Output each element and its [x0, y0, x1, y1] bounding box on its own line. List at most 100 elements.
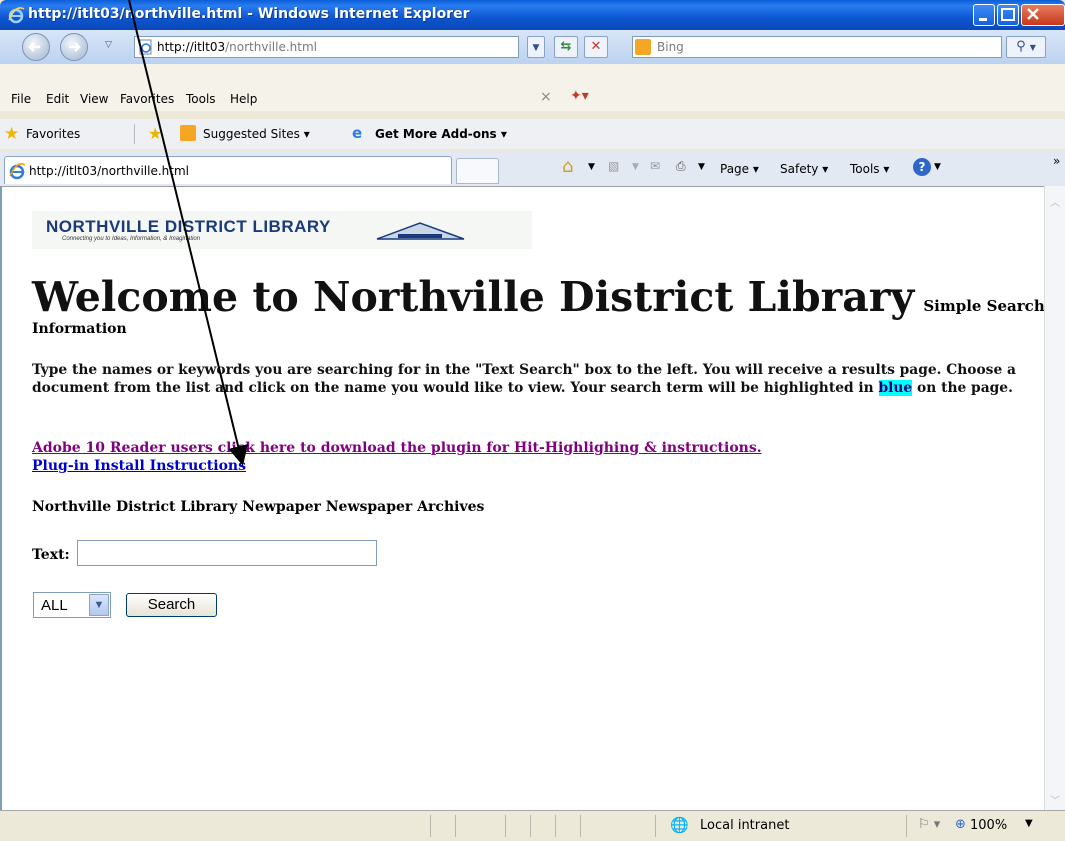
title-bar[interactable]: http://itlt03/northville.html - Windows … [0, 0, 1065, 30]
new-tab-button[interactable] [456, 158, 499, 184]
paragraph-text-end: on the page. [917, 380, 1013, 396]
ie-tab-icon [9, 163, 26, 180]
home-icon[interactable]: ⌂ [562, 156, 573, 177]
scroll-down-icon[interactable]: ﹀ [1048, 792, 1062, 807]
chevron-down-icon[interactable]: ▼ [588, 162, 595, 172]
search-placeholder: Bing [657, 40, 684, 54]
more-commands-icon[interactable]: » [1053, 154, 1060, 168]
translate-icon[interactable]: ✦▾ [570, 88, 589, 104]
chevron-down-icon[interactable]: ▼ [698, 162, 705, 172]
favorites-button[interactable]: Favorites [26, 127, 80, 141]
stop-button[interactable]: ✕ [584, 36, 608, 58]
page-heading: Welcome to Northville District Library S… [32, 273, 1045, 321]
help-icon[interactable]: ? [913, 158, 931, 176]
chevron-down-icon: ▼ [532, 43, 540, 53]
refresh-button[interactable]: ⇆ [554, 36, 578, 58]
window-title: http://itlt03/northville.html - Windows … [28, 6, 470, 22]
adobe-plugin-link[interactable]: Adobe 10 Reader users click here to down… [32, 440, 762, 456]
instructions-paragraph: Type the names or keywords you are searc… [32, 361, 1032, 397]
zoom-level[interactable]: 100% [970, 818, 1007, 833]
divider [580, 815, 581, 837]
intranet-globe-icon: 🌐 [670, 816, 689, 834]
chevron-down-icon[interactable]: ▼ [89, 594, 109, 616]
forward-button[interactable] [60, 33, 88, 61]
scroll-up-icon[interactable]: ︿ [1048, 194, 1062, 209]
tab-row: http://itlt03/northville.html ⌂ ▼ ▧ ▼ ✉ … [0, 152, 1065, 186]
suggested-sites-button[interactable]: Suggested Sites ▾ [203, 127, 310, 141]
close-bar-icon[interactable]: × [540, 89, 552, 105]
address-dropdown-button[interactable]: ▼ [527, 36, 545, 58]
menu-favorites[interactable]: Favorites [120, 92, 174, 106]
divider [455, 815, 456, 837]
menu-file[interactable]: File [11, 92, 31, 106]
search-button[interactable]: ⚲ ▼ [1006, 36, 1046, 58]
get-more-addons-button[interactable]: Get More Add-ons ▾ [375, 127, 507, 141]
logo-name: NORTHVILLE DISTRICT LIBRARY [46, 217, 331, 236]
security-zone: Local intranet [700, 818, 790, 833]
ie-window: http://itlt03/northville.html - Windows … [0, 0, 1065, 841]
add-favorite-icon[interactable]: ★ [148, 124, 162, 143]
close-icon [1027, 8, 1039, 20]
address-url: http://itlt03/northville.html [157, 40, 317, 54]
library-building-icon [376, 222, 465, 240]
divider [430, 815, 431, 837]
minimize-icon [979, 18, 987, 21]
ie-small-icon: e [352, 124, 363, 142]
welcome-title: Welcome to Northville District Library [32, 273, 915, 321]
minimize-button[interactable] [973, 4, 995, 26]
favorites-bar: ★ Favorites ★ Suggested Sites ▾ e Get Mo… [0, 119, 1065, 149]
information-label: Information [32, 321, 127, 337]
simple-search-label: Simple Search [923, 297, 1045, 315]
menu-bar: File Edit View Favorites Tools Help × ✦▾ [0, 86, 1065, 111]
navigation-bar: ▽ http://itlt03/northville.html ▼ ⇆ ✕ Bi… [0, 30, 1065, 64]
maximize-icon [1001, 8, 1015, 21]
close-button[interactable] [1021, 4, 1065, 26]
chevron-down-icon[interactable]: ▼ [1025, 818, 1033, 829]
suggested-sites-icon [180, 125, 196, 141]
plugin-instructions-link[interactable]: Plug-in Install Instructions [32, 458, 246, 474]
paragraph-text: Type the names or keywords you are searc… [32, 362, 1016, 396]
tab-title: http://itlt03/northville.html [29, 164, 189, 178]
divider [530, 815, 531, 837]
vertical-scrollbar[interactable]: ︿ ﹀ [1044, 186, 1065, 810]
divider [906, 815, 907, 837]
bing-icon [635, 39, 651, 55]
search-submit-button[interactable]: Search [126, 593, 217, 617]
divider [655, 815, 656, 837]
menu-view[interactable]: View [80, 92, 108, 106]
mail-icon[interactable]: ✉ [650, 159, 660, 173]
back-button[interactable] [22, 33, 50, 61]
page-content: NORTHVILLE DISTRICT LIBRARY Connecting y… [0, 186, 1045, 810]
protected-mode-icon[interactable]: ⚐ ▾ [918, 817, 940, 832]
menu-edit[interactable]: Edit [46, 92, 69, 106]
chevron-down-icon[interactable]: ▼ [934, 162, 941, 172]
archives-title: Northville District Library Newpaper New… [32, 499, 485, 515]
page-icon [139, 39, 152, 55]
magnifier-icon: ⚲ [1016, 39, 1026, 54]
back-arrow-icon [28, 42, 40, 52]
tab-active[interactable]: http://itlt03/northville.html [4, 156, 452, 184]
safety-menu-button[interactable]: Safety ▾ [780, 162, 828, 176]
select-value: ALL [41, 597, 68, 614]
address-input[interactable]: http://itlt03/northville.html [134, 36, 519, 58]
feeds-icon[interactable]: ▧ [608, 159, 619, 173]
forward-arrow-icon [69, 42, 81, 52]
zoom-icon: ⊕ [955, 817, 966, 832]
toolbar-gap [0, 64, 1065, 86]
recent-pages-dropdown-icon[interactable]: ▽ [105, 40, 112, 50]
divider [134, 124, 135, 144]
stop-icon: ✕ [590, 39, 602, 54]
ie-logo-icon [8, 7, 25, 24]
text-search-input[interactable] [77, 540, 377, 566]
menu-tools[interactable]: Tools [186, 92, 216, 106]
menu-help[interactable]: Help [230, 92, 257, 106]
collection-select[interactable]: ALL ▼ [33, 592, 111, 618]
print-icon[interactable]: ⎙ [676, 159, 686, 174]
chevron-down-icon[interactable]: ▼ [632, 162, 639, 172]
tools-menu-button[interactable]: Tools ▾ [850, 162, 889, 176]
maximize-button[interactable] [997, 4, 1019, 26]
divider [505, 815, 506, 837]
page-menu-button[interactable]: Page ▾ [720, 162, 759, 176]
logo-tagline: Connecting you to Ideas, Information, & … [62, 236, 201, 242]
search-input[interactable]: Bing [632, 36, 1002, 58]
